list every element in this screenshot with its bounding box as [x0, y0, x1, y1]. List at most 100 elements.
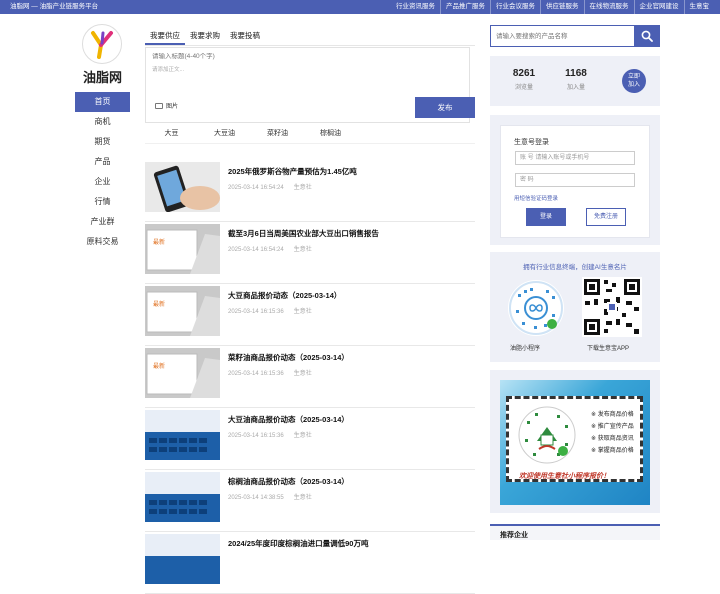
news-title[interactable]: 棕榈油商品报价动态（2025-03-14） — [228, 476, 349, 487]
top-link-meeting[interactable]: 行业会议服务 — [490, 0, 540, 14]
join-line-2: 加入 — [627, 82, 640, 88]
nav-item-industry-group[interactable]: 产业群 — [75, 212, 130, 232]
news-title[interactable]: 大豆商品报价动态（2025-03-14） — [228, 290, 341, 301]
banner-image[interactable]: ※ 发布商品价格 ※ 推广宣传产品 ※ 获取商品资讯 ※ 掌握商品价格 欢迎使用… — [500, 380, 650, 505]
top-link-shengyibao[interactable]: 生意宝 — [683, 0, 715, 14]
brand-name: 油脂网 — [82, 70, 122, 85]
promo-title: 拥有行业信息终端，创建AI生意名片 — [523, 264, 627, 271]
news-date: 2025-03-14 14:38:55 — [228, 495, 284, 501]
news-item[interactable]: 最新 大豆商品报价动态（2025-03-14） 2025-03-14 16:15… — [145, 284, 475, 346]
thumb-badge: 最新 — [153, 238, 165, 246]
top-link-logistics[interactable]: 在线物流服务 — [583, 0, 634, 14]
post-tabs: 我要供应 我要求购 我要投稿 — [145, 26, 475, 46]
news-thumbnail[interactable]: 最新 — [145, 224, 220, 274]
views-stat: 8261 浏览量 — [504, 68, 544, 91]
news-meta: 2025-03-14 16:54:24 生意社 — [228, 182, 322, 191]
register-button[interactable]: 免费注册 — [586, 208, 626, 226]
views-label: 浏览量 — [514, 85, 533, 91]
news-item[interactable]: 棕榈油商品报价动态（2025-03-14） 2025-03-14 14:38:5… — [145, 470, 475, 532]
add-image-button[interactable]: 图片 — [155, 101, 178, 110]
nav-item-business[interactable]: 商机 — [75, 112, 130, 132]
news-source: 生意社 — [293, 309, 312, 315]
news-title[interactable]: 大豆油商品报价动态（2025-03-14） — [228, 414, 349, 425]
nav-item-products[interactable]: 产品 — [75, 152, 130, 172]
post-body-input[interactable]: 请添加正文... — [152, 65, 184, 73]
news-title[interactable]: 截至3月6日当周美国农业部大豆出口销售报告 — [228, 228, 379, 239]
brand-logo-icon — [91, 31, 113, 59]
news-item[interactable]: 2024/25年度印度棕榈油进口量调低90万吨 — [145, 532, 475, 594]
search-button[interactable] — [634, 26, 659, 46]
news-thumbnail[interactable]: 最新 — [145, 286, 220, 336]
category-tabs: 大豆 大豆油 菜籽油 棕榈油 — [145, 126, 475, 144]
news-thumbnail[interactable] — [145, 534, 220, 584]
banner-card: ※ 发布商品价格 ※ 推广宣传产品 ※ 获取商品资讯 ※ 掌握商品价格 欢迎使用… — [506, 396, 643, 482]
category-rapeseed-oil[interactable]: 菜籽油 — [251, 126, 304, 143]
joined-count: 1168 — [565, 68, 587, 79]
news-date: 2025-03-14 16:54:24 — [228, 247, 284, 253]
sms-login-link[interactable]: 用短信验证码登录 — [514, 194, 558, 202]
news-item[interactable]: 最新 截至3月6日当周美国农业部大豆出口销售报告 2025-03-14 16:5… — [145, 222, 475, 284]
news-thumbnail[interactable]: 最新 — [145, 348, 220, 398]
news-date: 2025-03-14 16:15:36 — [228, 371, 284, 377]
news-meta: 2025-03-14 14:38:55 生意社 — [228, 492, 322, 501]
promo-banner[interactable]: ※ 发布商品价格 ※ 推广宣传产品 ※ 获取商品资讯 ※ 掌握商品价格 欢迎使用… — [490, 370, 660, 513]
password-input[interactable]: 密 码 — [515, 173, 635, 187]
mini-program-code[interactable] — [508, 280, 564, 336]
tab-purchase[interactable]: 我要求购 — [185, 26, 225, 45]
news-item[interactable]: 2025年俄罗斯谷物产量预估为1.45亿吨 2025-03-14 16:54:2… — [145, 160, 475, 222]
news-thumbnail[interactable] — [145, 162, 220, 212]
news-thumbnail[interactable] — [145, 410, 220, 460]
news-item[interactable]: 大豆油商品报价动态（2025-03-14） 2025-03-14 16:15:3… — [145, 408, 475, 470]
nav-item-companies[interactable]: 企业 — [75, 172, 130, 192]
news-source: 生意社 — [293, 247, 312, 253]
account-input[interactable]: 账 号 请输入账号或手机号 — [515, 151, 635, 165]
brand-logo[interactable] — [82, 24, 122, 64]
promo-panel: 拥有行业信息终端，创建AI生意名片 油脂小程序 下载生意宝APP — [490, 252, 660, 362]
news-meta: 2025-03-14 16:54:24 生意社 — [228, 244, 322, 253]
top-link-supply[interactable]: 供应链服务 — [540, 0, 584, 14]
category-soybean-oil[interactable]: 大豆油 — [198, 126, 251, 143]
banner-item: ※ 掌握商品价格 — [591, 448, 634, 454]
join-line-1: 立即 — [627, 74, 640, 80]
thumb-badge: 最新 — [153, 362, 165, 370]
post-title-input[interactable] — [152, 53, 452, 60]
nav-item-futures[interactable]: 期货 — [75, 132, 130, 152]
news-source: 生意社 — [293, 433, 312, 439]
add-image-label: 图片 — [166, 104, 179, 110]
main-nav: 首页 商机 期货 产品 企业 行情 产业群 原料交易 — [75, 92, 130, 252]
news-title[interactable]: 2025年俄罗斯谷物产量预估为1.45亿吨 — [228, 166, 357, 177]
news-date: 2025-03-14 16:54:24 — [228, 185, 284, 191]
search-input[interactable] — [491, 26, 635, 46]
news-date: 2025-03-14 16:15:36 — [228, 433, 284, 439]
nav-item-raw-trade[interactable]: 原料交易 — [75, 232, 130, 252]
search-icon — [641, 30, 653, 42]
app-qr-code[interactable] — [582, 277, 642, 337]
news-meta: 2025-03-14 16:15:36 生意社 — [228, 306, 322, 315]
login-panel: 生意号登录 账 号 请输入账号或手机号 密 码 用短信验证码登录 登录 免费注册 — [490, 115, 660, 245]
news-date: 2025-03-14 16:15:36 — [228, 309, 284, 315]
news-thumbnail[interactable] — [145, 472, 220, 522]
login-form: 生意号登录 账 号 请输入账号或手机号 密 码 用短信验证码登录 登录 免费注册 — [500, 125, 650, 238]
tab-contribute[interactable]: 我要投稿 — [225, 26, 265, 45]
nav-item-market[interactable]: 行情 — [75, 192, 130, 212]
login-button[interactable]: 登录 — [526, 208, 566, 226]
category-soybean[interactable]: 大豆 — [145, 126, 198, 143]
nav-item-home[interactable]: 首页 — [75, 92, 130, 112]
joined-stat: 1168 加入量 — [556, 68, 596, 91]
top-link-website[interactable]: 企业官网建设 — [633, 0, 684, 14]
publish-button[interactable]: 发布 — [415, 97, 475, 118]
stats-panel: 8261 浏览量 1168 加入量 立即 加入 — [490, 56, 660, 106]
tab-supply[interactable]: 我要供应 — [145, 26, 185, 45]
top-link-promo[interactable]: 产品推广服务 — [440, 0, 490, 14]
top-bar: 油脂网 — 油脂产业链服务平台 行业资讯服务 产品推广服务 行业会议服务 供应链… — [0, 0, 720, 14]
miniprogram-code-icon — [518, 406, 576, 464]
news-source: 生意社 — [293, 495, 312, 501]
image-icon — [155, 102, 163, 109]
category-palm-oil[interactable]: 棕榈油 — [304, 126, 357, 143]
news-title[interactable]: 菜籽油商品报价动态（2025-03-14） — [228, 352, 349, 363]
join-now-button[interactable]: 立即 加入 — [622, 69, 646, 93]
site-tagline[interactable]: 油脂网 — 油脂产业链服务平台 — [10, 0, 98, 14]
news-item[interactable]: 最新 菜籽油商品报价动态（2025-03-14） 2025-03-14 16:1… — [145, 346, 475, 408]
top-link-news[interactable]: 行业资讯服务 — [391, 0, 440, 14]
app-download-label[interactable]: 下载生意宝APP — [587, 343, 629, 352]
